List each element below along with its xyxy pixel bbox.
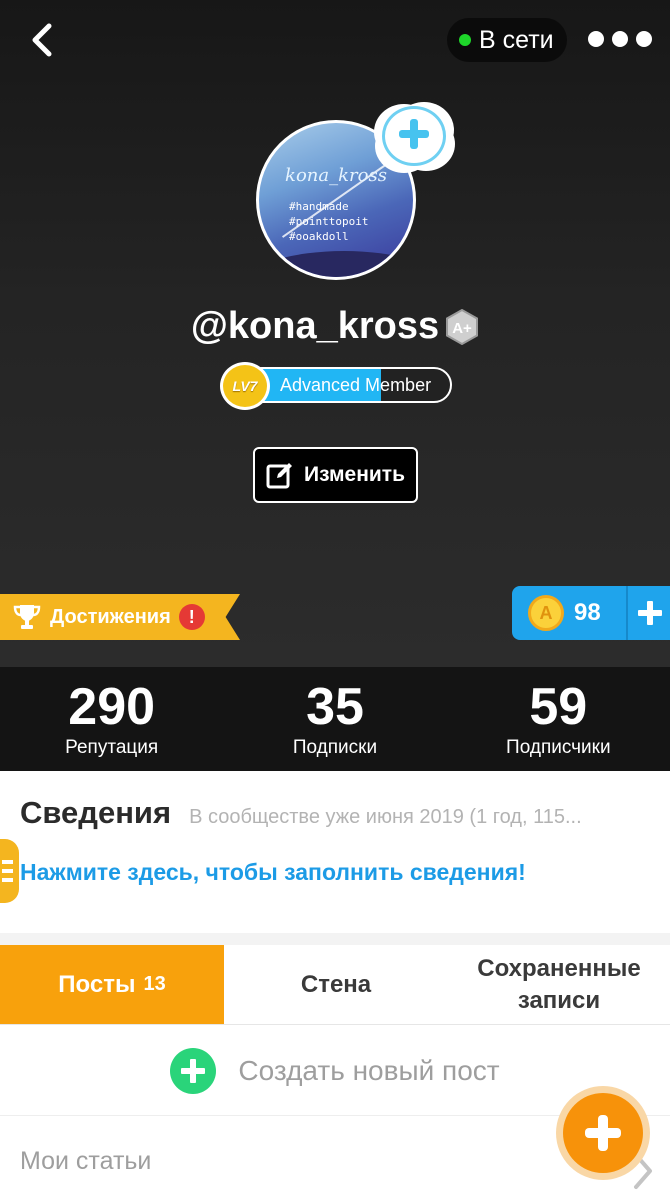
tab-wall-label: Стена xyxy=(300,970,372,998)
achievements-banner[interactable]: Достижения ! xyxy=(0,594,240,640)
edit-profile-button[interactable]: Изменить xyxy=(253,447,418,503)
coin-count: 98 xyxy=(574,599,601,626)
plus-icon xyxy=(585,1115,621,1151)
online-dot-icon xyxy=(459,34,471,46)
stat-followers[interactable]: 59 Подписчики xyxy=(447,667,670,771)
more-dots-icon xyxy=(636,31,652,47)
achievements-label: Достижения xyxy=(50,605,171,628)
avatar-tags: #handmade #pointtopoit #ooakdoll xyxy=(289,199,368,244)
chevron-left-icon xyxy=(32,23,52,57)
svg-text:A+: A+ xyxy=(452,320,472,337)
back-button[interactable] xyxy=(22,18,62,62)
avatar-tag: #ooakdoll xyxy=(289,230,349,243)
level-crown-badge: LV7 xyxy=(220,362,270,410)
online-status: В сети xyxy=(447,18,567,62)
profile-stats: 290 Репутация 35 Подписки 59 Подписчики xyxy=(0,667,670,771)
section-divider xyxy=(0,933,670,945)
fill-info-link[interactable]: Нажмите здесь, чтобы заполнить сведения! xyxy=(20,859,526,886)
create-fab-button[interactable] xyxy=(556,1086,650,1180)
more-dots-icon xyxy=(612,31,628,47)
tab-posts[interactable]: Посты 13 xyxy=(0,945,224,1024)
stat-value: 59 xyxy=(529,678,588,736)
username: @kona_kross xyxy=(190,305,440,347)
edit-icon xyxy=(266,463,292,489)
menu-icon xyxy=(2,878,13,882)
online-status-label: В сети xyxy=(479,25,554,54)
member-since-text: В сообществе уже июня 2019 (1 год, 115..… xyxy=(189,806,582,828)
stat-reputation[interactable]: 290 Репутация xyxy=(0,667,223,771)
avatar-tag: #handmade xyxy=(289,200,349,213)
avatar-tag: #pointtopoit xyxy=(289,215,369,228)
create-post-label: Создать новый пост xyxy=(238,1054,500,1086)
level-badge-text: LV7 xyxy=(232,378,258,394)
coins-widget[interactable]: A 98 xyxy=(512,586,670,640)
stat-label: Подписки xyxy=(292,737,378,758)
level-title: Advanced Member xyxy=(280,374,432,395)
username-row: @kona_kross A+ xyxy=(0,305,670,348)
profile-tabs: Посты 13 Стена Сохраненные записи xyxy=(0,945,670,1025)
edit-profile-label: Изменить xyxy=(303,463,405,486)
info-title: Сведения xyxy=(20,795,172,830)
more-options-button[interactable] xyxy=(588,26,652,52)
add-status-bubble-button[interactable] xyxy=(378,102,450,170)
plus-icon xyxy=(399,119,429,149)
plus-circle-icon xyxy=(170,1047,217,1094)
level-indicator[interactable]: Advanced Member LV7 xyxy=(220,362,452,410)
tab-posts-count: 13 xyxy=(143,973,166,995)
stat-value: 35 xyxy=(306,678,364,736)
stat-following[interactable]: 35 Подписки xyxy=(223,667,446,771)
trophy-icon xyxy=(13,605,41,629)
plus-icon xyxy=(181,1058,206,1083)
menu-icon xyxy=(2,869,13,873)
more-dots-icon xyxy=(588,31,604,47)
fab-inner xyxy=(563,1093,643,1173)
tab-posts-label: Посты xyxy=(58,970,136,998)
stat-label: Подписчики xyxy=(506,737,611,758)
side-menu-tab[interactable] xyxy=(0,839,19,903)
add-coins-button[interactable] xyxy=(628,586,670,640)
plus-icon xyxy=(638,601,662,625)
level-progress-bar: Advanced Member xyxy=(244,367,452,403)
profile-info-section: Сведения В сообществе уже июня 2019 (1 г… xyxy=(0,771,670,933)
stat-label: Репутация xyxy=(65,737,159,758)
profile-hero: В сети kona_kross #handmade #pointtopoit… xyxy=(0,0,670,667)
a-plus-hex-icon[interactable]: A+ xyxy=(445,308,479,345)
menu-icon xyxy=(2,860,13,864)
stat-value: 290 xyxy=(68,678,156,736)
my-articles-label: Мои статьи xyxy=(20,1147,152,1175)
coin-icon: A xyxy=(528,595,564,631)
tab-wall[interactable]: Стена xyxy=(224,945,448,1024)
alert-icon: ! xyxy=(178,604,205,630)
tab-saved-label: Сохраненные записи xyxy=(477,954,641,1014)
info-title-row: Сведения В сообществе уже июня 2019 (1 г… xyxy=(20,795,660,831)
tab-saved[interactable]: Сохраненные записи xyxy=(448,945,670,1024)
avatar-mountain xyxy=(259,251,413,277)
